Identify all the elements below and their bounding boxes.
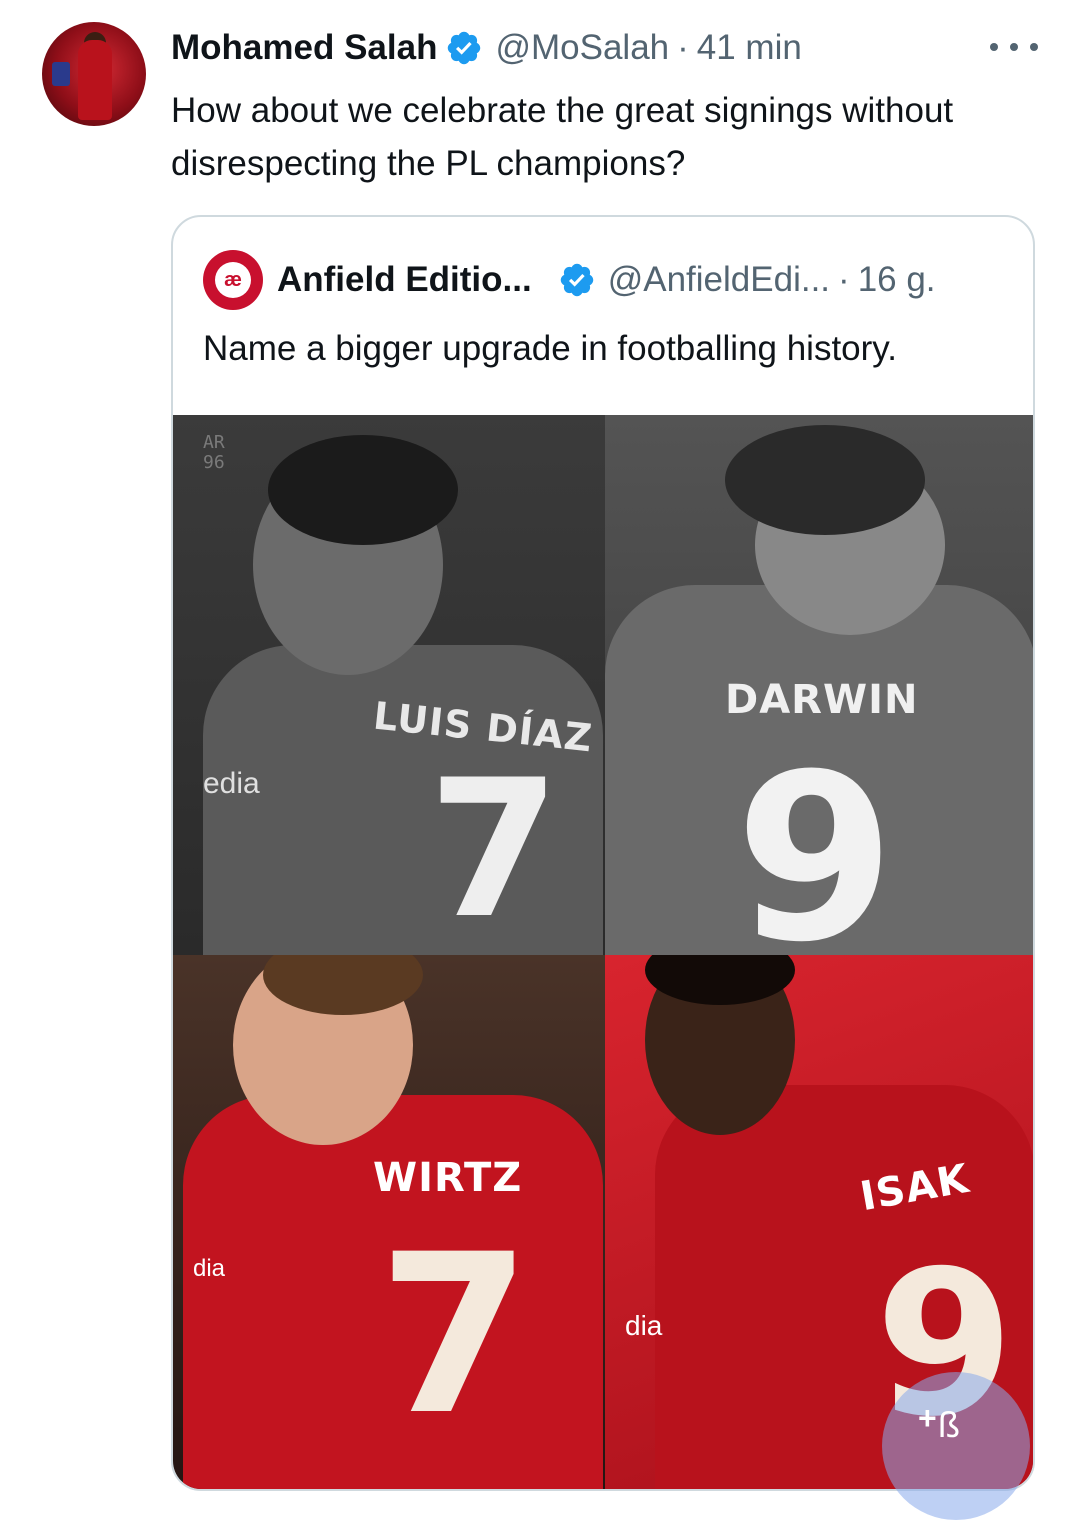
verified-badge-icon	[560, 263, 593, 297]
quoted-tweet-text: Name a bigger upgrade in footballing his…	[203, 329, 897, 368]
jersey-name: DARWIN	[725, 677, 919, 723]
player-hair	[725, 425, 925, 535]
avatar-crest-detail	[52, 62, 70, 86]
meta-separator: ·	[677, 28, 689, 67]
quoted-author-avatar[interactable]: æ	[203, 250, 263, 310]
verified-badge-icon	[448, 31, 481, 65]
quoted-tweet-image[interactable]: AR 96 LUIS DÍAZ 7 edia DARWIN 9 WIRTZ 7 …	[173, 415, 1033, 1489]
meta-separator: ·	[838, 260, 850, 299]
image-panel-luis-diaz: AR 96 LUIS DÍAZ 7 edia	[173, 415, 605, 955]
quoted-author-handle[interactable]: @AnfieldEdi...	[608, 260, 830, 300]
quoted-tweet-timestamp[interactable]: 16 g.	[858, 260, 936, 300]
shirt-sponsor: dia	[625, 1310, 663, 1341]
image-watermark: AR 96	[203, 432, 225, 473]
author-handle[interactable]: @MoSalah	[495, 28, 669, 68]
author-avatar[interactable]	[42, 22, 146, 126]
quoted-avatar-logo: æ	[215, 262, 251, 298]
author-name[interactable]: Mohamed Salah	[171, 28, 437, 68]
image-panel-wirtz: WIRTZ 7 dia	[173, 955, 605, 1489]
jersey-number: 7	[378, 1207, 532, 1463]
tweet-timestamp[interactable]: 41 min	[697, 28, 802, 68]
avatar-figure-detail	[78, 40, 112, 120]
shirt-sponsor: edia	[203, 767, 260, 800]
image-panel-darwin: DARWIN 9	[605, 415, 1033, 956]
quoted-tweet-card[interactable]: æ Anfield Editio... @AnfieldEdi... · 16 …	[171, 215, 1035, 1491]
player-hair	[268, 435, 458, 545]
jersey-number: 9	[735, 726, 896, 956]
tweet-header: Mohamed Salah @MoSalah · 41 min	[171, 26, 802, 70]
compose-plus-icon[interactable]: + ß	[882, 1372, 1030, 1520]
quoted-author-name[interactable]: Anfield Editio...	[277, 260, 532, 300]
jersey-number: 7	[428, 739, 561, 955]
jersey-name: WIRTZ	[373, 1155, 523, 1201]
quoted-tweet-header: æ Anfield Editio... @AnfieldEdi... · 16 …	[203, 250, 936, 310]
tweet-text: How about we celebrate the great signing…	[171, 91, 954, 183]
more-options-icon[interactable]	[990, 32, 1038, 62]
shirt-sponsor: dia	[193, 1255, 226, 1282]
